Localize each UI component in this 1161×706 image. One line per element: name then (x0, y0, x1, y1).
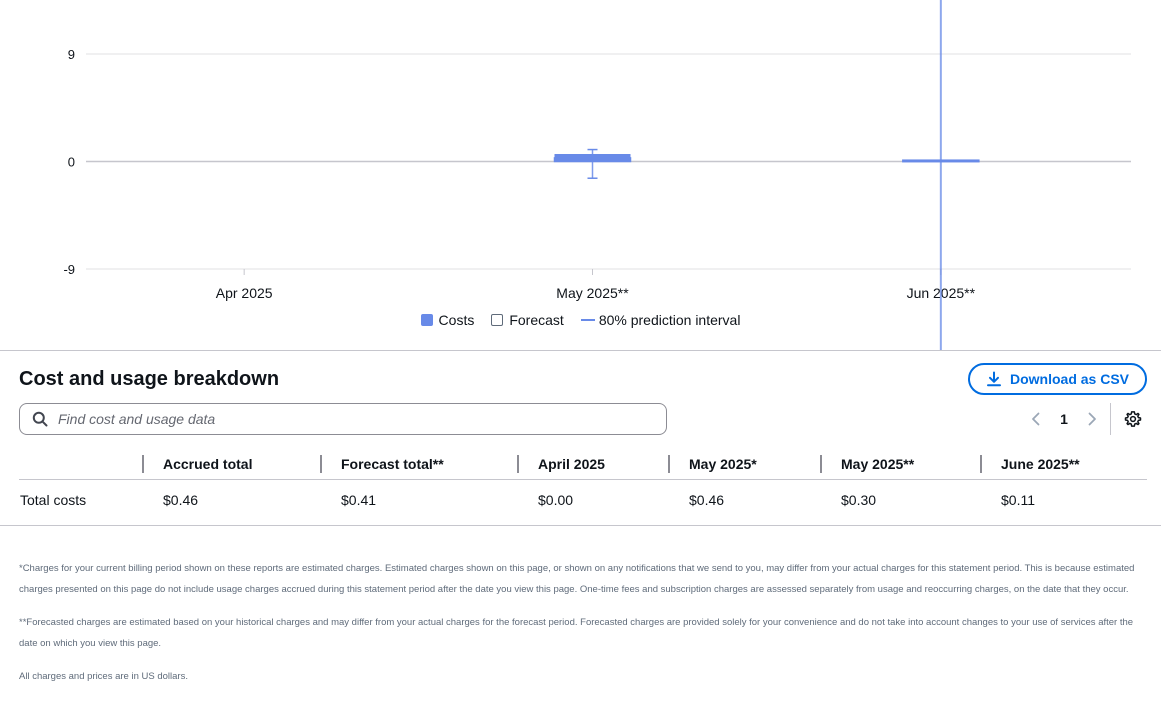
column-header-april-2025[interactable]: April 2025 (517, 448, 668, 480)
download-csv-label: Download as CSV (1009, 371, 1130, 387)
next-page-button[interactable] (1080, 403, 1104, 435)
y-tick-label: 9 (68, 47, 75, 62)
row-label: Total costs (20, 492, 87, 508)
legend-swatch-costs (420, 314, 433, 326)
y-tick-label: -9 (63, 262, 75, 277)
cell-accrued-total: $0.46 (163, 492, 199, 508)
legend-item-costs[interactable]: Costs (420, 312, 475, 328)
column-divider[interactable] (142, 454, 144, 473)
cell-forecast-total: $0.41 (341, 492, 377, 508)
legend-item-prediction-interval[interactable]: 80% prediction interval (580, 312, 741, 328)
legend-swatch-forecast (491, 314, 504, 326)
download-csv-button[interactable]: Download as CSV (968, 363, 1147, 395)
legend-item-forecast[interactable]: Forecast (491, 312, 564, 328)
footnotes: *Charges for your current billing period… (19, 558, 1147, 699)
column-divider[interactable] (980, 454, 982, 473)
table-settings-button[interactable] (1122, 408, 1144, 430)
chart-svg: 90-9Apr 2025 May 2025** Jun 2025** (63, 0, 1131, 350)
cell-april-2025: $0.00 (538, 492, 574, 508)
previous-page-button[interactable] (1024, 403, 1048, 435)
legend-label-prediction-interval: 80% prediction interval (598, 312, 741, 328)
gear-icon (1124, 411, 1142, 427)
table-row: Total costs $0.46 $0.41 $0.00 $0.46 $0.3… (19, 480, 1147, 521)
breakdown-table: Accrued total Forecast total** April 202… (19, 448, 1147, 520)
column-header-may-2025-actual[interactable]: May 2025* (668, 448, 820, 480)
pager-divider (1110, 403, 1111, 435)
cost-chart: 9 0 -9 Apr 2025 May 2025** Jun 2025** Costs F… (0, 0, 1161, 350)
legend-label-costs: Costs (438, 312, 475, 328)
pagination: 1 (1024, 403, 1104, 435)
search-input[interactable] (56, 410, 640, 428)
column-header-may-2025-forecast[interactable]: May 2025** (820, 448, 980, 480)
column-header-june-2025-forecast[interactable]: June 2025** (980, 448, 1147, 480)
footnote-forecasted-charges: **Forecasted charges are estimated based… (19, 617, 1134, 649)
column-divider[interactable] (820, 454, 822, 473)
column-header-name (19, 448, 142, 480)
chart-legend: Costs Forecast 80% prediction interval (0, 312, 1161, 328)
table-header-row: Accrued total Forecast total** April 202… (19, 448, 1147, 480)
column-divider[interactable] (517, 454, 519, 473)
y-tick-label: 0 (68, 155, 75, 170)
page-number-1[interactable]: 1 (1048, 411, 1080, 427)
breakdown-title: Cost and usage breakdown (19, 368, 280, 390)
footnote-estimated-charges: *Charges for your current billing period… (19, 563, 1135, 595)
download-icon (986, 371, 1001, 387)
breakdown-table-wrap: Accrued total Forecast total** April 202… (19, 448, 1147, 520)
x-tick-label: May 2025** (556, 285, 629, 301)
column-divider[interactable] (320, 454, 322, 473)
x-tick-label: Apr 2025 (216, 285, 273, 301)
table-bottom-divider (0, 525, 1161, 526)
legend-swatch-prediction-interval (580, 319, 595, 321)
legend-label-forecast: Forecast (509, 312, 564, 328)
column-header-forecast-total[interactable]: Forecast total** (320, 448, 517, 480)
footnote-currency: All charges and prices are in US dollars… (19, 671, 188, 682)
cell-may-2025-forecast: $0.30 (841, 492, 877, 508)
search-box[interactable] (19, 403, 667, 435)
chevron-right-icon (1088, 412, 1096, 426)
column-header-accrued-total[interactable]: Accrued total (142, 448, 320, 480)
cell-june-2025-forecast: $0.11 (1001, 492, 1035, 508)
section-divider (0, 350, 1161, 351)
search-icon (32, 411, 48, 427)
cell-may-2025-actual: $0.46 (689, 492, 725, 508)
column-divider[interactable] (668, 454, 670, 473)
chevron-left-icon (1032, 412, 1040, 426)
